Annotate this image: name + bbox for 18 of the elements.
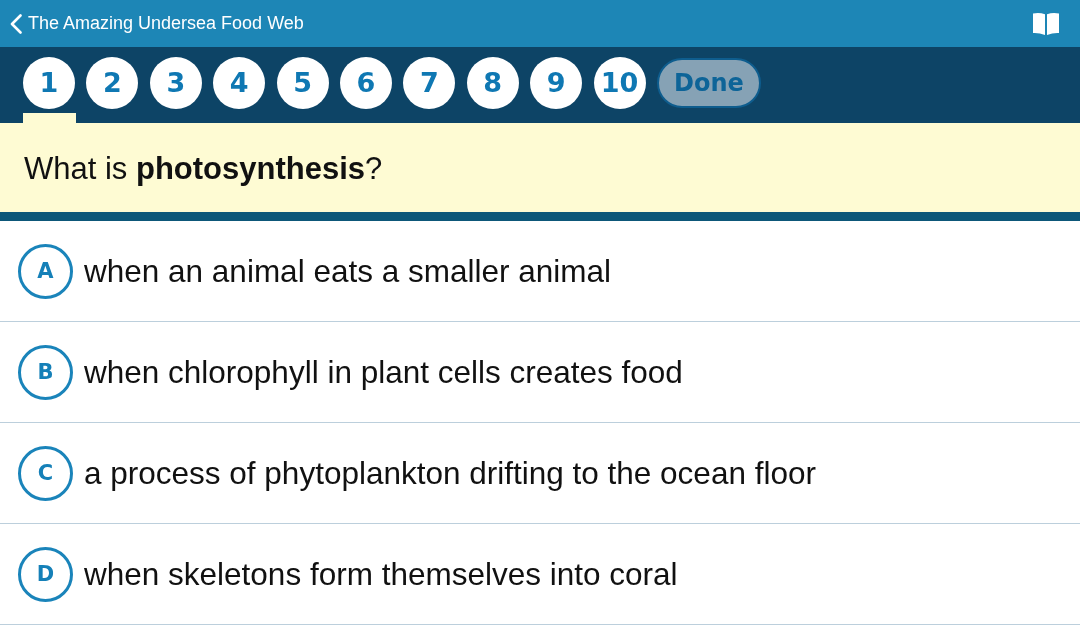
question-tab[interactable]: 7: [403, 57, 456, 109]
question-text: What is photosynthesis?: [24, 149, 383, 187]
back-button[interactable]: The Amazing Undersea Food Web: [10, 13, 304, 34]
book-icon[interactable]: [1033, 12, 1059, 35]
question-tab[interactable]: 8: [466, 57, 519, 109]
answer-letter: D: [18, 546, 73, 602]
question-tab[interactable]: 5: [276, 57, 329, 109]
answer-letter: C: [18, 445, 73, 501]
question-tab[interactable]: 6: [339, 57, 392, 109]
question-tab[interactable]: 9: [530, 57, 583, 109]
question-tab[interactable]: 2: [86, 57, 139, 109]
question-tab[interactable]: 3: [149, 57, 202, 109]
question-tab[interactable]: 1: [23, 57, 75, 109]
question-tab[interactable]: 4: [213, 57, 266, 109]
question-tab[interactable]: 10: [593, 57, 646, 109]
answer-letter: B: [18, 344, 73, 400]
answer-letter: A: [18, 243, 73, 299]
back-chevron-icon: [10, 13, 22, 34]
